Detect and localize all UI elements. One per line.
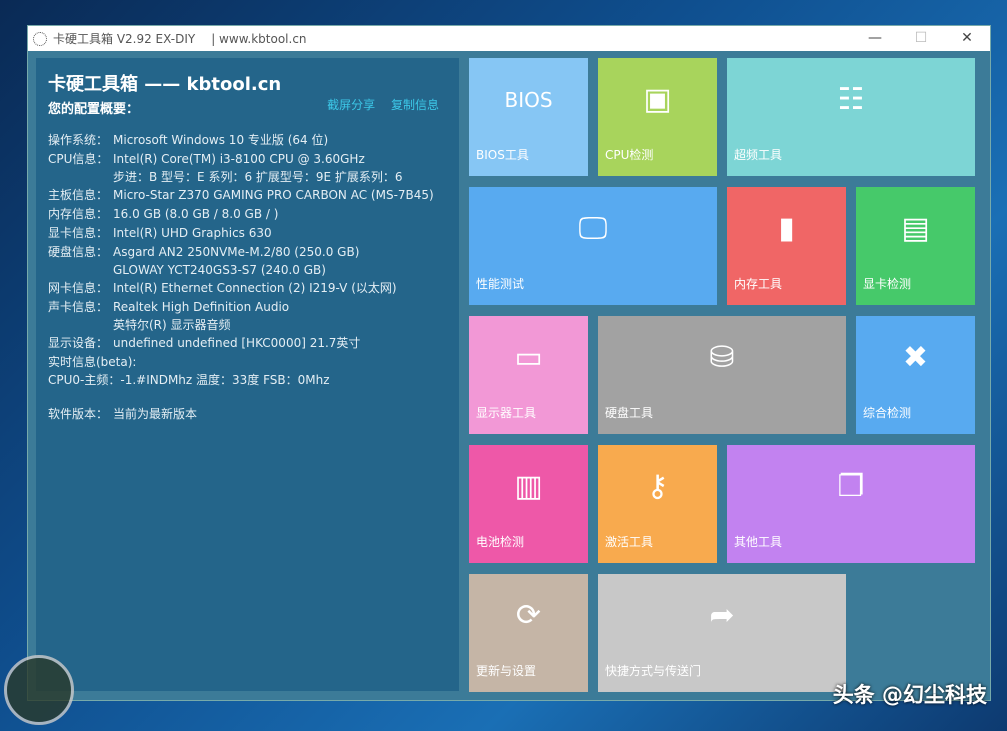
tile-label: 综合检测 <box>863 404 911 421</box>
activation-icon: ⚷ <box>647 472 669 502</box>
info-key: 硬盘信息： <box>48 243 113 279</box>
info-row: 主板信息：Micro-Star Z370 GAMING PRO CARBON A… <box>48 186 447 205</box>
tile-activation[interactable]: ⚷ 激活工具 <box>598 445 717 563</box>
tile-label: 性能测试 <box>476 275 524 292</box>
tile-label: 其他工具 <box>734 533 782 550</box>
disk-icon: ⛁ <box>709 343 734 373</box>
info-key: 声卡信息： <box>48 298 113 334</box>
other-icon: ❐ <box>838 472 865 502</box>
version-value: 当前为最新版本 <box>113 405 197 424</box>
tile-memory[interactable]: ▮ 内存工具 <box>727 187 846 305</box>
info-key: 显卡信息： <box>48 224 113 243</box>
info-row: 显卡信息：Intel(R) UHD Graphics 630 <box>48 224 447 243</box>
screenshot-share-link[interactable]: 截屏分享 <box>327 98 375 112</box>
tile-label: 硬盘工具 <box>605 404 653 421</box>
general-icon: ✖ <box>903 343 928 373</box>
realtime-label: 实时信息(beta): <box>48 353 447 371</box>
version-label: 软件版本： <box>48 405 113 424</box>
info-value: Intel(R) UHD Graphics 630 <box>113 224 272 242</box>
info-row: 硬盘信息：Asgard AN2 250NVMe-M.2/80 (250.0 GB… <box>48 243 447 279</box>
tile-label: 快捷方式与传送门 <box>605 662 701 679</box>
minimize-button[interactable]: — <box>852 26 898 51</box>
info-value: 16.0 GB (8.0 GB / 8.0 GB / ) <box>113 205 278 223</box>
tile-shortcut[interactable]: ➦ 快捷方式与传送门 <box>598 574 846 692</box>
maximize-button[interactable]: ☐ <box>898 26 944 51</box>
info-value: Microsoft Windows 10 专业版 (64 位) <box>113 131 328 149</box>
update-icon: ⟳ <box>516 601 541 631</box>
info-value: Micro-Star Z370 GAMING PRO CARBON AC (MS… <box>113 186 434 204</box>
tile-label: 显卡检测 <box>863 275 911 292</box>
battery-icon: ▥ <box>514 472 542 502</box>
benchmark-icon: 🖵 <box>579 214 608 244</box>
copy-info-link[interactable]: 复制信息 <box>391 98 439 112</box>
info-row: 内存信息：16.0 GB (8.0 GB / 8.0 GB / ) <box>48 205 447 224</box>
window-title: 卡硬工具箱 V2.92 EX-DIY <box>53 30 195 47</box>
info-key: 内存信息： <box>48 205 113 224</box>
tile-update[interactable]: ⟳ 更新与设置 <box>469 574 588 692</box>
gpu-icon: ▤ <box>901 214 929 244</box>
realtime-info: CPU0-主频：-1.#INDMhz 温度：33度 FSB：0Mhz <box>48 371 447 389</box>
panel-heading: 卡硬工具箱 —— kbtool.cn <box>48 70 447 96</box>
memory-icon: ▮ <box>778 214 795 244</box>
monitor-icon: ▭ <box>514 343 542 373</box>
shortcut-icon: ➦ <box>709 601 734 631</box>
tile-label: BIOS工具 <box>476 146 529 163</box>
tile-cpu[interactable]: ▣ CPU检测 <box>598 58 717 176</box>
bios-icon: BIOS <box>504 90 552 110</box>
title-bar: 卡硬工具箱 V2.92 EX-DIY | www.kbtool.cn — ☐ ✕ <box>28 26 990 51</box>
website-url[interactable]: | www.kbtool.cn <box>211 32 306 46</box>
tile-overclock[interactable]: ☷ 超频工具 <box>727 58 975 176</box>
info-value: 英特尔(R) 显示器音频 <box>113 316 289 334</box>
tile-benchmark[interactable]: 🖵 性能测试 <box>469 187 717 305</box>
info-row: 显示设备：undefined undefined [HKC0000] 21.7英… <box>48 334 447 353</box>
overclock-icon: ☷ <box>838 85 865 115</box>
tile-battery[interactable]: ▥ 电池检测 <box>469 445 588 563</box>
tile-disk[interactable]: ⛁ 硬盘工具 <box>598 316 846 434</box>
info-row: CPU信息：Intel(R) Core(TM) i3-8100 CPU @ 3.… <box>48 150 447 186</box>
tile-label: CPU检测 <box>605 146 653 163</box>
info-key: 网卡信息： <box>48 279 113 298</box>
tile-label: 电池检测 <box>476 533 524 550</box>
info-key: CPU信息： <box>48 150 113 186</box>
app-window: 卡硬工具箱 V2.92 EX-DIY | www.kbtool.cn — ☐ ✕… <box>27 25 991 701</box>
info-key: 显示设备： <box>48 334 113 353</box>
tile-label: 激活工具 <box>605 533 653 550</box>
info-value: Intel(R) Core(TM) i3-8100 CPU @ 3.60GHz <box>113 150 403 168</box>
tile-bios[interactable]: BIOS BIOS工具 <box>469 58 588 176</box>
tile-label: 超频工具 <box>734 146 782 163</box>
info-value: Realtek High Definition Audio <box>113 298 289 316</box>
cpu-icon: ▣ <box>643 85 671 115</box>
info-value: undefined undefined [HKC0000] 21.7英寸 <box>113 334 360 352</box>
info-value: GLOWAY YCT240GS3-S7 (240.0 GB) <box>113 261 359 279</box>
close-button[interactable]: ✕ <box>944 26 990 51</box>
tile-other[interactable]: ❐ 其他工具 <box>727 445 975 563</box>
tile-label: 显示器工具 <box>476 404 536 421</box>
tile-monitor[interactable]: ▭ 显示器工具 <box>469 316 588 434</box>
tile-label: 更新与设置 <box>476 662 536 679</box>
info-value: 步进：B 型号：E 系列：6 扩展型号：9E 扩展系列：6 <box>113 168 403 186</box>
info-value: Asgard AN2 250NVMe-M.2/80 (250.0 GB) <box>113 243 359 261</box>
tile-general[interactable]: ✖ 综合检测 <box>856 316 975 434</box>
info-row: 网卡信息：Intel(R) Ethernet Connection (2) I2… <box>48 279 447 298</box>
info-key: 主板信息： <box>48 186 113 205</box>
watermark-seal <box>4 655 74 725</box>
info-row: 声卡信息：Realtek High Definition Audio英特尔(R)… <box>48 298 447 334</box>
info-key: 操作系统： <box>48 131 113 150</box>
app-logo-icon <box>33 32 47 46</box>
config-summary-panel: 卡硬工具箱 —— kbtool.cn 您的配置概要： 截屏分享 复制信息 操作系… <box>36 58 459 691</box>
info-row: 操作系统：Microsoft Windows 10 专业版 (64 位) <box>48 131 447 150</box>
tile-gpu[interactable]: ▤ 显卡检测 <box>856 187 975 305</box>
tile-label: 内存工具 <box>734 275 782 292</box>
watermark: 头条 @幻尘科技 <box>833 679 987 709</box>
info-value: Intel(R) Ethernet Connection (2) I219-V … <box>113 279 397 297</box>
